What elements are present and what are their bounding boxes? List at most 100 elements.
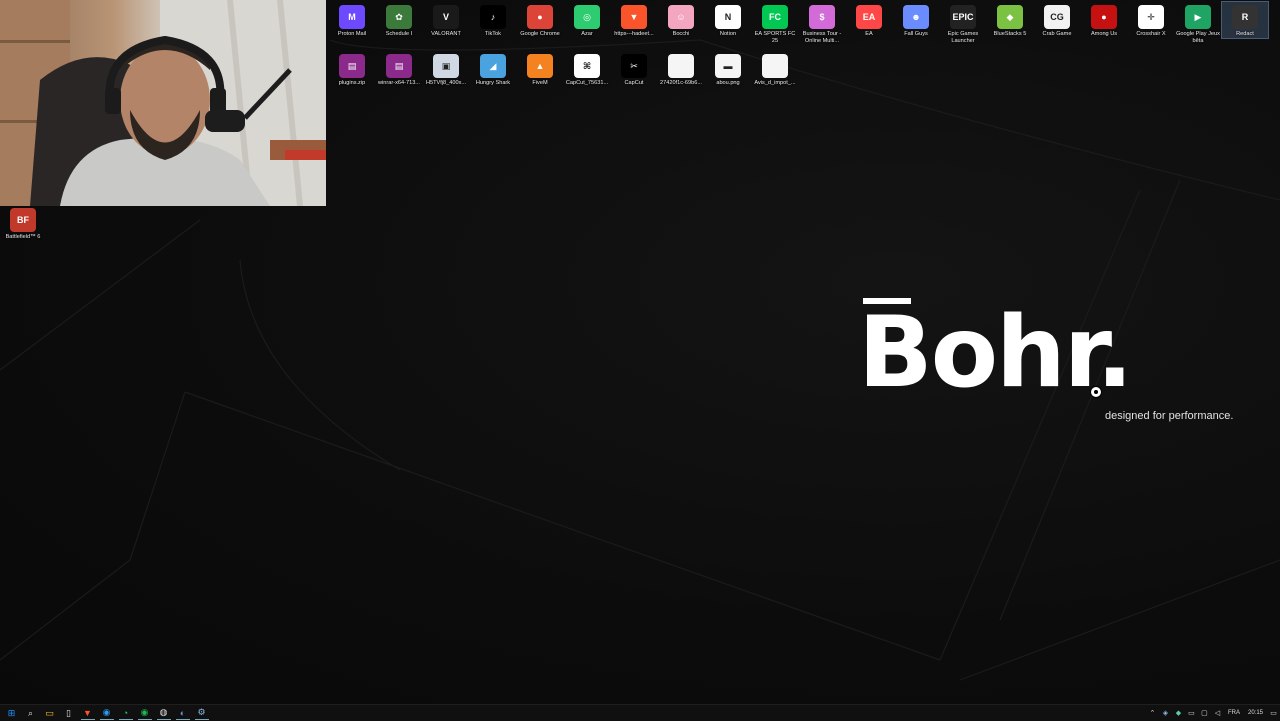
valorant-icon: V <box>433 5 459 29</box>
bohr-logo: Bohr. <box>858 292 1133 412</box>
desktop-shortcut[interactable]: ▼ https---hadeet... <box>611 2 657 38</box>
desktop-shortcut-label: Bocchi <box>672 31 690 37</box>
winrar-installer-icon: ▤ <box>386 54 412 78</box>
file-explorer-icon[interactable]: ▭ <box>43 706 57 720</box>
desktop-shortcut-label: EA <box>865 31 873 37</box>
among-us-icon: ● <box>1091 5 1117 29</box>
redact-icon: R <box>1232 5 1258 29</box>
chevron-up-icon[interactable]: ⌃ <box>1147 708 1157 718</box>
desktop-shortcut[interactable]: ▤ plugins.zip <box>329 51 375 87</box>
language-indicator[interactable]: FRA <box>1228 710 1240 716</box>
desktop-shortcut[interactable]: ◢ Hungry Shark <box>470 51 516 87</box>
fivem-icon: ▲ <box>527 54 553 78</box>
desktop-shortcut-label: 27420f1c-69b6... <box>660 80 702 86</box>
business-tour-icon: $ <box>809 5 835 29</box>
defender-tray-icon[interactable]: ◆ <box>1173 708 1183 718</box>
mouse-cursor <box>1090 386 1102 398</box>
desktop-shortcut[interactable]: V VALORANT <box>423 2 469 38</box>
brave-browser-icon[interactable]: ▼ <box>80 706 95 720</box>
spotify-icon[interactable]: ◉ <box>137 706 152 720</box>
desktop-shortcut-label: Crosshair X <box>1136 31 1166 37</box>
brave-icon: ▼ <box>621 5 647 29</box>
desktop-shortcut-label: Crab Game <box>1042 31 1072 37</box>
desktop-shortcut-label: VALORANT <box>431 31 461 37</box>
crab-game-icon: CG <box>1044 5 1070 29</box>
wallpaper-tagline: designed for performance. <box>1105 410 1234 422</box>
desktop-shortcut[interactable]: EPIC Epic Games Launcher <box>940 2 986 45</box>
discord-icon[interactable]: ◐ <box>175 706 190 720</box>
desktop-shortcut[interactable]: ▶ Google Play Jeux bêta <box>1175 2 1221 45</box>
capcut-icon: ✂ <box>621 54 647 78</box>
epic-games-icon: EPIC <box>950 5 976 29</box>
winrar-archive-icon: ▤ <box>339 54 365 78</box>
desktop-shortcut[interactable]: ▣ H5TVfj8_400x... <box>423 51 469 87</box>
display-icon[interactable]: ▢ <box>1199 708 1209 718</box>
desktop-shortcut-label: EA SPORTS FC 25 <box>754 31 796 44</box>
desktop-shortcut[interactable]: EA EA <box>846 2 892 38</box>
desktop[interactable]: M Proton Mail ✿ Schedule I V VALORANT ♪ TikTok ●… <box>0 0 1280 704</box>
whatsapp-icon[interactable]: ◔ <box>118 706 133 720</box>
desktop-shortcut[interactable]: ▲ FiveM <box>517 51 563 87</box>
edge-icon[interactable]: ◉ <box>99 706 114 720</box>
desktop-shortcut-label: Google Chrome <box>520 31 560 37</box>
volume-icon[interactable]: ◁ <box>1212 708 1222 718</box>
obs-icon[interactable]: ◍ <box>156 706 171 720</box>
capcut-installer-icon: ⌘ <box>574 54 600 78</box>
desktop-shortcut[interactable]: ♪ TikTok <box>470 2 516 38</box>
taskbar-apps: ⊞ ⌕ ▭ ▯ ▼ ◉ ◔ ◉ ◍ ◐ ⚙ <box>0 706 211 720</box>
notification-icon[interactable]: ▭ <box>1269 708 1279 718</box>
desktop-shortcut[interactable]: Avis_d_impot_... <box>752 51 798 87</box>
desktop-shortcut[interactable]: CG Crab Game <box>1034 2 1080 38</box>
desktop-shortcut-label: Notion <box>719 31 737 37</box>
desktop-shortcut[interactable]: ▤ winrar-x64-713... <box>376 51 422 87</box>
desktop-shortcut-label: Avis_d_impot_... <box>754 80 796 86</box>
ea-fc-icon: FC <box>762 5 788 29</box>
bocchi-icon: ☺ <box>668 5 694 29</box>
bluestacks-icon: ◆ <box>997 5 1023 29</box>
logo-text: Bohr <box>858 296 1098 410</box>
desktop-shortcut-label: plugins.zip <box>338 80 366 86</box>
desktop-shortcut[interactable]: ☻ Fall Guys <box>893 2 939 38</box>
desktop-shortcut-label: H5TVfj8_400x... <box>425 80 467 86</box>
ea-icon: EA <box>856 5 882 29</box>
desktop-shortcut[interactable]: ✛ Crosshair X <box>1128 2 1174 38</box>
desktop-shortcut[interactable]: ◆ BlueStacks 5 <box>987 2 1033 38</box>
desktop-shortcut-label: Epic Games Launcher <box>947 31 979 44</box>
desktop-shortcut-label: Business Tour - Online Multi... <box>802 31 842 44</box>
desktop-shortcut[interactable]: ◎ Azar <box>564 2 610 38</box>
desktop-shortcut[interactable]: ▬ abou.png <box>705 51 751 87</box>
desktop-shortcut-label: TikTok <box>485 31 501 37</box>
desktop-shortcut[interactable]: R Redact <box>1221 1 1269 39</box>
desktop-shortcut[interactable]: ⌘ CapCut_75631... <box>564 51 610 87</box>
desktop-shortcut-label: CapCut_75631... <box>565 80 609 86</box>
desktop-shortcut-label: Schedule I <box>385 31 413 37</box>
blank-file-icon <box>668 54 694 78</box>
network-icon[interactable]: ▭ <box>1186 708 1196 718</box>
desktop-shortcut[interactable]: N Notion <box>705 2 751 38</box>
desktop-shortcut[interactable]: ☺ Bocchi <box>658 2 704 38</box>
desktop-shortcut[interactable]: ● Google Chrome <box>517 2 563 38</box>
desktop-shortcut-label: Battlefield™ 6 <box>5 234 41 240</box>
desktop-shortcut[interactable]: BF Battlefield™ 6 <box>0 205 46 241</box>
search-icon[interactable]: ⌕ <box>24 706 38 720</box>
steam-tray-icon[interactable]: ◈ <box>1160 708 1170 718</box>
azar-icon: ◎ <box>574 5 600 29</box>
desktop-shortcut-label: Azar <box>581 31 593 37</box>
steam-icon[interactable]: ⚙ <box>194 706 209 720</box>
tiktok-icon: ♪ <box>480 5 506 29</box>
desktop-shortcut[interactable]: $ Business Tour - Online Multi... <box>799 2 845 45</box>
taskbar: ⊞ ⌕ ▭ ▯ ▼ ◉ ◔ ◉ ◍ ◐ ⚙ ⌃ ◈ ◆ ▭ ▢ ◁ FRA 20:15 ▭ <box>0 704 1280 721</box>
desktop-shortcut-label: Fall Guys <box>904 31 928 37</box>
desktop-shortcut[interactable]: FC EA SPORTS FC 25 <box>752 2 798 45</box>
clock[interactable]: 20:15 <box>1248 710 1263 716</box>
desktop-shortcut[interactable]: ✂ CapCut <box>611 51 657 87</box>
desktop-shortcut[interactable]: M Proton Mail <box>329 2 375 38</box>
schedule-i-icon: ✿ <box>386 5 412 29</box>
desktop-shortcut[interactable]: 27420f1c-69b6... <box>658 51 704 87</box>
notepad-icon[interactable]: ▯ <box>62 706 76 720</box>
desktop-shortcut-label: Among Us <box>1090 31 1118 37</box>
desktop-shortcut-label: Proton Mail <box>337 31 367 37</box>
start-icon[interactable]: ⊞ <box>5 706 19 720</box>
desktop-shortcut[interactable]: ● Among Us <box>1081 2 1127 38</box>
desktop-shortcut[interactable]: ✿ Schedule I <box>376 2 422 38</box>
